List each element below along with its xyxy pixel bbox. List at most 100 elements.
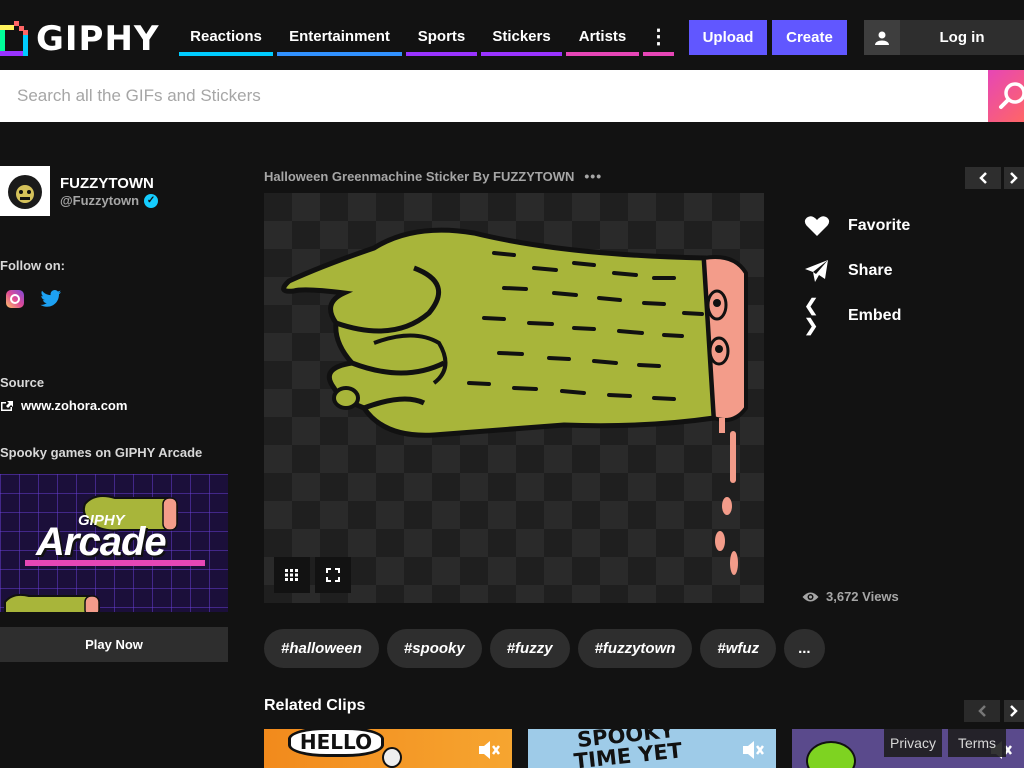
top-bar: GIPHY Reactions Entertainment Sports Sti…	[0, 0, 1024, 70]
nav-entertainment-label: Entertainment	[289, 27, 390, 45]
more-tags-button[interactable]: ...	[784, 629, 825, 668]
giphy-logo[interactable]: GIPHY	[0, 19, 160, 59]
embed-code-icon: ❮ ❯	[804, 295, 819, 335]
tag-list: #halloween #spooky #fuzzy #fuzzytown #wf…	[264, 629, 833, 668]
chevron-right-icon	[1010, 705, 1018, 717]
verified-badge-icon: ✓	[144, 193, 159, 208]
tag-label: #halloween	[281, 640, 362, 657]
privacy-link[interactable]: Privacy	[884, 729, 942, 757]
nav-reactions-label: Reactions	[190, 27, 262, 45]
terms-link[interactable]: Terms	[948, 729, 1006, 757]
upload-button-label: Upload	[702, 29, 754, 46]
fullscreen-icon	[326, 568, 340, 582]
clip-cartoon-character	[806, 741, 856, 768]
tag-label: #wfuz	[717, 640, 760, 657]
search-button[interactable]	[988, 70, 1024, 122]
gif-viewer[interactable]	[264, 193, 764, 603]
mute-icon[interactable]	[740, 737, 766, 763]
gif-title-row: Halloween Greenmachine Sticker By FUZZYT…	[264, 168, 602, 184]
nav-artists[interactable]: Artists	[566, 20, 639, 56]
chevron-right-icon	[1010, 172, 1018, 184]
grid-view-button[interactable]	[274, 557, 310, 593]
user-name[interactable]: FUZZYTOWN	[60, 175, 154, 192]
chevron-left-icon	[979, 172, 987, 184]
tag-wfuz[interactable]: #wfuz	[700, 629, 777, 668]
more-vertical-icon: ⋮	[648, 25, 669, 48]
nav-sports[interactable]: Sports	[406, 20, 477, 56]
follow-label: Follow on:	[0, 258, 65, 273]
next-gif-button[interactable]	[1004, 167, 1024, 189]
play-now-button[interactable]: Play Now	[0, 627, 228, 662]
source-link[interactable]: www.zohora.com	[0, 398, 127, 413]
arcade-banner[interactable]: GIPHY Arcade	[0, 474, 228, 612]
user-handle[interactable]: @Fuzzytown ✓	[60, 193, 159, 208]
giphy-logo-text: GIPHY	[36, 19, 160, 59]
avatar[interactable]	[0, 166, 50, 216]
login-label: Log in	[939, 29, 985, 46]
share-label: Share	[848, 261, 893, 279]
external-link-icon	[1, 400, 13, 411]
twitter-icon[interactable]	[40, 289, 62, 309]
view-count: 3,672 Views	[802, 589, 899, 604]
nav-more-button[interactable]: ⋮	[643, 20, 674, 56]
create-button[interactable]: Create	[772, 20, 847, 55]
fuzzytown-avatar-icon	[0, 166, 50, 216]
tag-label: #fuzzytown	[594, 640, 676, 657]
search-icon	[999, 82, 1024, 109]
instagram-icon[interactable]	[6, 290, 24, 308]
nav-entertainment[interactable]: Entertainment	[277, 20, 402, 56]
favorite-label: Favorite	[848, 216, 911, 234]
more-tags-label: ...	[798, 640, 811, 657]
tag-halloween[interactable]: #halloween	[264, 629, 379, 668]
related-clip-hello[interactable]: HELLO	[264, 729, 512, 768]
login-button[interactable]: Log in	[864, 20, 1024, 55]
fullscreen-button[interactable]	[315, 557, 351, 593]
related-clips-title: Related Clips	[264, 697, 366, 714]
tag-fuzzy[interactable]: #fuzzy	[489, 629, 570, 668]
arcade-brand-main: Arcade	[36, 520, 167, 564]
search-input[interactable]	[0, 70, 988, 122]
grid-icon	[285, 569, 298, 581]
nav-artists-label: Artists	[578, 27, 627, 45]
embed-label: Embed	[848, 306, 902, 324]
zombie-hand-sticker	[281, 227, 748, 575]
user-handle-text: @Fuzzytown	[60, 193, 140, 208]
nav-sports-label: Sports	[417, 27, 466, 45]
source-link-text: www.zohora.com	[21, 398, 128, 413]
share-button[interactable]: Share	[804, 248, 910, 293]
nav-reactions[interactable]: Reactions	[179, 20, 273, 56]
clip-clown-figure	[382, 747, 402, 768]
nav-stickers[interactable]: Stickers	[481, 20, 562, 56]
eye-icon	[802, 592, 819, 601]
view-count-text: 3,672 Views	[826, 589, 899, 604]
chevron-left-icon	[978, 705, 986, 717]
gif-more-options-button[interactable]: •••	[584, 168, 602, 184]
heart-icon	[804, 215, 830, 236]
tag-label: #fuzzy	[506, 640, 553, 657]
terms-label: Terms	[957, 735, 997, 751]
source-label: Source	[0, 375, 45, 390]
giphy-logo-icon	[0, 21, 28, 57]
related-clip-spooky[interactable]: SPOOKY TIME YET	[528, 729, 776, 768]
mute-icon[interactable]	[476, 737, 502, 763]
favorite-button[interactable]: Favorite	[804, 203, 910, 248]
gif-title: Halloween Greenmachine Sticker By FUZZYT…	[264, 168, 575, 184]
gif-actions: Favorite Share ❮ ❯ Embed	[804, 203, 910, 338]
main-nav: Reactions Entertainment Sports Stickers …	[179, 20, 674, 56]
create-button-label: Create	[786, 29, 833, 46]
nav-stickers-label: Stickers	[492, 27, 551, 45]
privacy-label: Privacy	[890, 735, 936, 751]
arcade-heading: Spooky games on GIPHY Arcade	[0, 445, 203, 460]
embed-button[interactable]: ❮ ❯ Embed	[804, 293, 910, 338]
search-bar	[0, 70, 1024, 122]
previous-gif-button[interactable]	[965, 167, 1001, 189]
clip-spooky-text: SPOOKY TIME YET	[572, 729, 684, 768]
tag-label: #spooky	[403, 640, 465, 657]
upload-button[interactable]: Upload	[689, 20, 767, 55]
related-previous-button[interactable]	[964, 700, 1000, 722]
related-next-button[interactable]	[1004, 700, 1024, 722]
tag-spooky[interactable]: #spooky	[386, 629, 482, 668]
user-icon	[864, 20, 900, 55]
play-now-label: Play Now	[85, 637, 143, 652]
tag-fuzzytown[interactable]: #fuzzytown	[577, 629, 693, 668]
